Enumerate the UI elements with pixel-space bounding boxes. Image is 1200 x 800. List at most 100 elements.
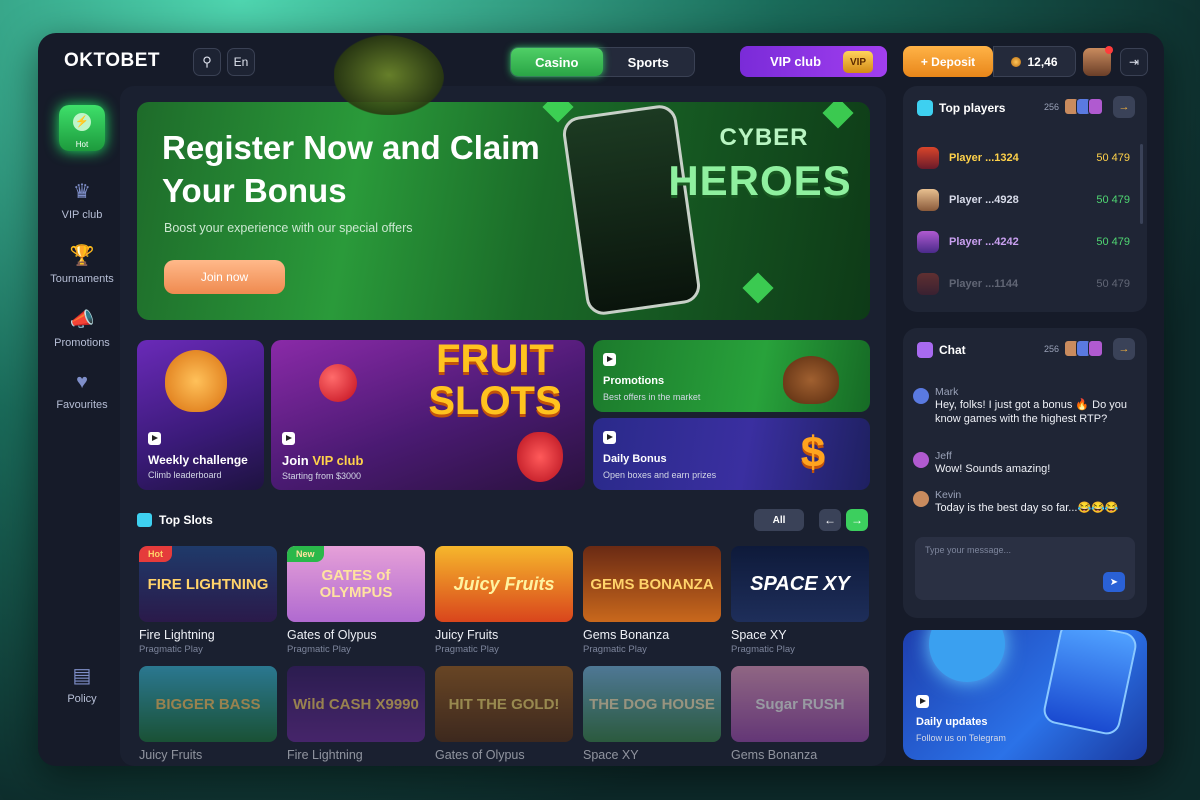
game-thumbnail: Hot FIRE LIGHTNING — [139, 546, 277, 622]
balance-display[interactable]: 12,46 — [993, 46, 1076, 77]
player-score: 50 479 — [1096, 278, 1130, 290]
prev-button[interactable]: ← — [819, 509, 841, 531]
logout-button[interactable]: ⇥ — [1120, 48, 1148, 76]
tab-casino[interactable]: Casino — [511, 48, 603, 76]
avatar — [913, 388, 929, 404]
game-card[interactable]: Sugar RUSH Gems Bonanza — [731, 666, 869, 762]
hero-banner[interactable]: Register Now and Claim Your Bonus Boost … — [137, 102, 870, 320]
sidebar-item-tournaments[interactable]: 🏆 Tournaments — [38, 243, 126, 285]
game-card[interactable]: Hot FIRE LIGHTNING Fire Lightning Pragma… — [139, 546, 277, 655]
sidebar-item-favourites[interactable]: ♥ Favourites — [38, 371, 126, 411]
hot-badge: Hot — [139, 546, 172, 562]
player-score: 50 479 — [1096, 236, 1130, 248]
join-now-button[interactable]: Join now — [164, 260, 285, 294]
game-title: Gates of Olypus — [435, 748, 525, 762]
game-title: Gates of Olypus — [287, 628, 377, 642]
promo-weekly-challenge[interactable]: Weekly challenge Climb leaderboard — [137, 340, 264, 490]
game-thumbnail: BIGGER BASS — [139, 666, 277, 742]
game-card[interactable]: Wild CASH X9990 Fire Lightning — [287, 666, 425, 762]
game-card[interactable]: SPACE XY Space XY Pragmatic Play — [731, 546, 869, 655]
player-row[interactable]: Player ...1144 50 479 — [917, 271, 1130, 297]
game-card[interactable]: GEMS BONANZA Gems Bonanza Pragmatic Play — [583, 546, 721, 655]
cherry-icon — [319, 364, 357, 402]
strawberry-icon — [517, 432, 563, 482]
promo-vip-club[interactable]: FRUIT SLOTS Join VIP club Starting from … — [271, 340, 585, 490]
next-button[interactable]: → — [846, 509, 868, 531]
phone-illustration — [1041, 630, 1139, 737]
chat-input[interactable]: Type your message... ➤ — [915, 537, 1135, 600]
game-card[interactable]: New GATES of OLYMPUS Gates of Olypus Pra… — [287, 546, 425, 655]
sidebar-item-label: Favourites — [56, 399, 108, 411]
game-provider: Pragmatic Play — [287, 644, 351, 655]
game-card[interactable]: Juicy Fruits Juicy Fruits Pragmatic Play — [435, 546, 573, 655]
game-provider: Pragmatic Play — [583, 644, 647, 655]
send-button[interactable]: ➤ — [1103, 572, 1125, 592]
card-title: Daily Bonus — [603, 453, 667, 465]
expand-button[interactable]: → — [1113, 96, 1135, 118]
avatar — [917, 231, 939, 253]
player-row[interactable]: Player ...1324 50 479 — [917, 145, 1130, 171]
game-title: Gems Bonanza — [731, 748, 818, 762]
player-row[interactable]: Player ...4242 50 479 — [917, 229, 1130, 255]
section-title: Top Slots — [159, 513, 213, 527]
deposit-button[interactable]: + Deposit — [903, 46, 993, 77]
avatar — [917, 273, 939, 295]
sidebar-item-promotions[interactable]: 📣 Promotions — [38, 307, 126, 349]
search-button[interactable]: ⚲ — [193, 48, 221, 76]
expand-button[interactable]: → — [1113, 338, 1135, 360]
balance-value: 12,46 — [1027, 54, 1058, 69]
sidebar-item-policy[interactable]: ▤ Policy — [38, 663, 126, 705]
vip-club-button[interactable]: VIP club VIP — [740, 46, 887, 77]
promo-daily-bonus[interactable]: $ Daily Bonus Open boxes and earn prizes — [593, 418, 870, 490]
user-avatar[interactable] — [1083, 46, 1113, 76]
arrow-left-icon: ← — [824, 513, 836, 527]
game-provider: Pragmatic Play — [731, 644, 795, 655]
message-author: Kevin — [935, 489, 962, 501]
card-subtitle: Follow us on Telegram — [916, 733, 1006, 743]
scrollbar[interactable] — [1140, 144, 1143, 224]
dollar-icon: $ — [800, 428, 826, 477]
sidebar-item-label: Promotions — [54, 337, 110, 349]
tab-sports[interactable]: Sports — [603, 48, 695, 76]
main-content: Register Now and Claim Your Bonus Boost … — [120, 86, 886, 766]
message-text: Hey, folks! I just got a bonus 🔥 Do you … — [935, 399, 1128, 425]
hero-subtitle: Boost your experience with our special o… — [164, 221, 413, 235]
game-card[interactable]: HIT THE GOLD! Gates of Olypus — [435, 666, 573, 762]
telegram-banner[interactable]: Daily updates Follow us on Telegram — [903, 630, 1147, 760]
game-card[interactable]: THE DOG HOUSE Space XY — [583, 666, 721, 762]
chat-message: Kevin Today is the best day so far...😂😂😂 — [913, 489, 1138, 515]
notification-dot — [1105, 46, 1113, 54]
language-button[interactable]: En — [227, 48, 255, 76]
lightning-icon: ⚡ — [73, 113, 91, 131]
logo[interactable]: OKTOBET — [64, 50, 160, 72]
vip-club-label: VIP club — [770, 54, 822, 69]
game-card[interactable]: BIGGER BASS Juicy Fruits — [139, 666, 277, 762]
chat-message: Mark Hey, folks! I just got a bonus 🔥 Do … — [913, 386, 1138, 426]
avatar — [917, 147, 939, 169]
game-provider: Pragmatic Play — [139, 644, 203, 655]
mode-tabs: Casino Sports — [510, 47, 695, 77]
trophy-icon — [165, 350, 227, 412]
dragon-decoration — [334, 35, 444, 115]
message-author: Jeff — [935, 450, 952, 462]
promo-promotions[interactable]: Promotions Best offers in the market — [593, 340, 870, 412]
chat-message: Jeff Wow! Sounds amazing! — [913, 450, 1138, 476]
avatar — [913, 452, 929, 468]
message-author: Mark — [935, 386, 959, 398]
player-row[interactable]: Player ...4928 50 479 — [917, 187, 1130, 213]
arrow-right-icon: → — [851, 513, 863, 527]
game-thumbnail: Juicy Fruits — [435, 546, 573, 622]
hero-art-line1: CYBER — [719, 124, 809, 151]
player-name: Player ...1144 — [949, 278, 1019, 290]
card-subtitle: Starting from $3000 — [282, 471, 362, 481]
play-icon — [282, 432, 295, 445]
play-icon — [603, 431, 616, 444]
sidebar-item-label: VIP club — [61, 209, 103, 221]
sidebar-item-vip-club[interactable]: ♛ VIP club — [38, 179, 126, 221]
message-text: Today is the best day so far...😂😂😂 — [935, 502, 1119, 514]
document-icon: ▤ — [72, 665, 92, 687]
sidebar-item-hot[interactable]: ⚡ Hot — [59, 105, 105, 151]
card-subtitle: Climb leaderboard — [148, 470, 222, 480]
game-title: Fire Lightning — [287, 748, 363, 762]
all-button[interactable]: All — [754, 509, 804, 531]
